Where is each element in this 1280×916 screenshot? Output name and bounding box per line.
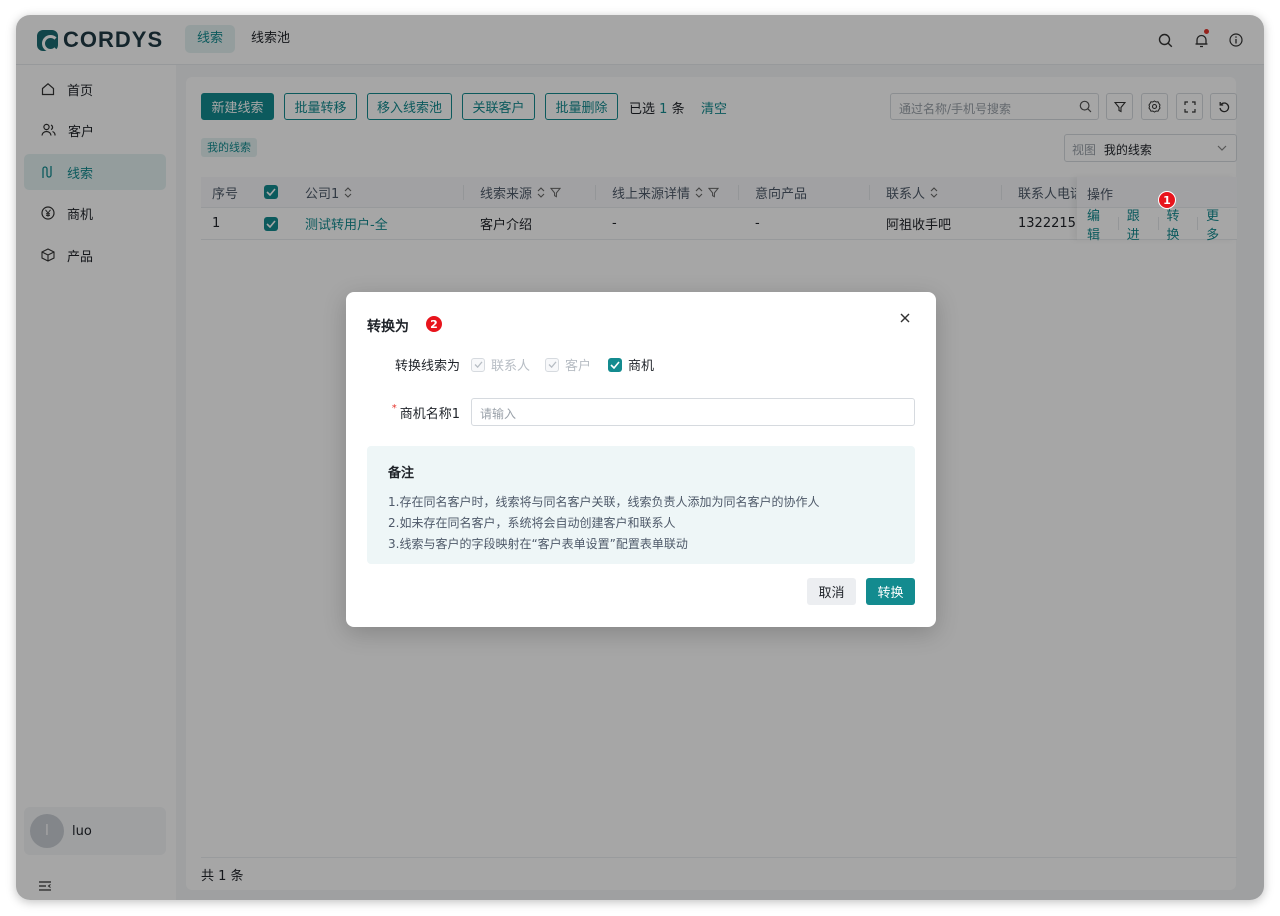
step-badge-2: 2 bbox=[425, 315, 443, 333]
step-badge-1: 1 bbox=[1158, 191, 1176, 209]
option-contact: 联系人 bbox=[471, 355, 530, 374]
close-icon[interactable] bbox=[898, 311, 912, 325]
required-asterisk: * bbox=[391, 403, 397, 414]
input-placeholder: 请输入 bbox=[480, 407, 517, 421]
checkbox-disabled-icon bbox=[471, 357, 485, 372]
checkbox-disabled-icon bbox=[545, 357, 559, 372]
convert-button[interactable]: 转换 bbox=[866, 578, 915, 605]
note-line: 1.存在同名客户时，线索将与同名客户关联，线索负责人添加为同名客户的协作人 bbox=[388, 495, 820, 509]
note-line: 3.线索与客户的字段映射在“客户表单设置”配置表单联动 bbox=[388, 537, 688, 551]
option-label: 商机 bbox=[628, 359, 655, 374]
note-line: 2.如未存在同名客户，系统将会自动创建客户和联系人 bbox=[388, 516, 676, 530]
option-customer: 客户 bbox=[545, 355, 591, 374]
option-opportunity[interactable]: 商机 bbox=[608, 355, 654, 374]
field-label: 商机名称1 bbox=[399, 407, 460, 422]
convert-to-label: 转换线索为 bbox=[394, 359, 460, 374]
cancel-button[interactable]: 取消 bbox=[807, 578, 856, 605]
opportunity-name-input[interactable]: 请输入 bbox=[471, 398, 915, 426]
checkbox-checked-icon bbox=[608, 357, 622, 372]
notes-box: 备注 1.存在同名客户时，线索将与同名客户关联，线索负责人添加为同名客户的协作人… bbox=[367, 446, 915, 564]
convert-dialog: 转换为 2 转换线索为 联系人 客户 商机 * 商机名称1 请输入 备注 1.存在… bbox=[346, 292, 936, 627]
option-label: 联系人 bbox=[491, 359, 531, 374]
opportunity-name-label: * 商机名称1 bbox=[366, 403, 460, 422]
option-label: 客户 bbox=[565, 359, 592, 374]
dialog-title: 转换为 bbox=[367, 319, 409, 335]
notes-title: 备注 bbox=[388, 466, 415, 481]
